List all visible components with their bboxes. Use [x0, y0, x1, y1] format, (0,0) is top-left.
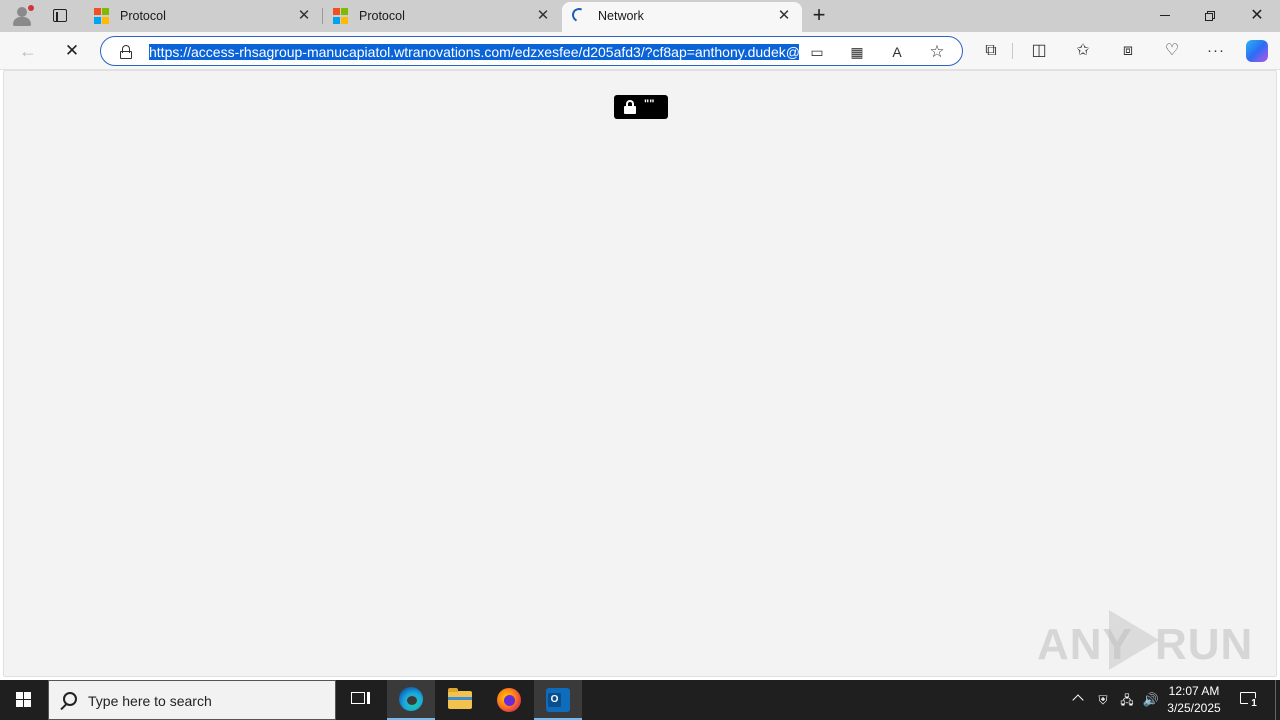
tab-title: Protocol — [359, 9, 405, 23]
microsoft-logo-icon — [333, 8, 349, 24]
tab-protocol-2[interactable]: Protocol ✕ — [323, 0, 561, 32]
task-view-icon[interactable] — [336, 680, 384, 720]
page-viewport: "" — [3, 70, 1277, 677]
profile-avatar-icon[interactable] — [10, 5, 34, 27]
volume-icon[interactable]: 🔊 — [1142, 680, 1160, 720]
read-aloud-icon[interactable]: A — [887, 42, 907, 62]
firefox-icon[interactable] — [485, 680, 533, 720]
watermark-text-right: RUN — [1155, 620, 1254, 669]
browser-toolbar: ← ✕ https://access-rhsagroup-manucapiato… — [0, 32, 1280, 70]
lock-icon — [624, 100, 636, 114]
search-placeholder: Type here to search — [88, 693, 212, 709]
windows-logo-icon — [16, 692, 31, 707]
favorite-star-icon[interactable]: ☆ — [927, 42, 947, 62]
anyrun-watermark: ANY RUN — [1035, 606, 1252, 676]
tab-title: Network — [598, 9, 644, 23]
play-icon — [1109, 610, 1159, 670]
notification-count: 1 — [1248, 698, 1260, 710]
app-available-icon[interactable]: ▭ — [807, 42, 827, 62]
edge-taskbar-icon[interactable] — [387, 680, 435, 720]
tab-close-icon[interactable]: ✕ — [535, 8, 551, 24]
url-text: https://access-rhsagroup-manucapiatol.wt… — [149, 44, 799, 60]
url-field[interactable]: https://access-rhsagroup-manucapiatol.wt… — [149, 43, 799, 61]
minimize-button[interactable] — [1142, 0, 1188, 32]
window-close-button[interactable]: ✕ — [1234, 0, 1280, 32]
start-button[interactable] — [0, 680, 48, 720]
system-clock[interactable]: 12:07 AM 3/25/2025 — [1160, 683, 1228, 717]
lock-icon[interactable] — [119, 45, 133, 59]
file-explorer-icon[interactable] — [436, 680, 484, 720]
taskbar: Type here to search O ⛨ 🖧 🔊 12:07 AM 3/2… — [0, 680, 1280, 720]
outlook-icon[interactable]: O — [534, 680, 582, 720]
extensions-icon[interactable]: ⧉ — [980, 40, 1002, 62]
show-desktop-button[interactable] — [1275, 680, 1280, 720]
collections-icon[interactable]: ⧈ — [1117, 40, 1139, 62]
copilot-icon[interactable] — [1246, 40, 1268, 62]
network-icon[interactable]: 🖧 — [1118, 680, 1136, 720]
microsoft-logo-icon — [94, 8, 110, 24]
restore-button[interactable] — [1188, 0, 1234, 32]
show-hidden-icons-chevron-icon[interactable] — [1070, 680, 1088, 720]
tab-close-icon[interactable]: ✕ — [776, 8, 792, 24]
new-tab-button[interactable]: + — [808, 4, 830, 27]
lock-badge: "" — [614, 95, 668, 119]
badge-text: "" — [644, 98, 655, 110]
favorites-icon[interactable]: ✩ — [1072, 40, 1094, 62]
tab-title: Protocol — [120, 9, 166, 23]
notification-center-icon[interactable]: 1 — [1238, 690, 1260, 710]
qr-code-icon[interactable]: ▦ — [847, 42, 867, 62]
more-icon[interactable]: ··· — [1205, 40, 1227, 62]
defender-tray-icon[interactable]: ⛨ — [1094, 680, 1112, 720]
split-screen-icon[interactable]: ◫ — [1028, 40, 1050, 62]
loading-spinner-icon — [570, 6, 588, 24]
tab-network[interactable]: Network ✕ — [562, 2, 802, 32]
tab-actions-icon[interactable] — [50, 6, 70, 26]
tab-strip: Protocol ✕ Protocol ✕ Network ✕ + ✕ — [0, 0, 1280, 32]
stop-loading-button[interactable]: ✕ — [59, 39, 85, 63]
clock-time: 12:07 AM — [1168, 684, 1220, 698]
taskbar-search[interactable]: Type here to search — [48, 680, 336, 720]
tab-protocol-1[interactable]: Protocol ✕ — [84, 0, 322, 32]
tab-close-icon[interactable]: ✕ — [296, 8, 312, 24]
back-button[interactable]: ← — [15, 39, 41, 63]
browser-essentials-icon[interactable]: ♡ — [1161, 40, 1183, 62]
address-bar[interactable]: https://access-rhsagroup-manucapiatol.wt… — [100, 36, 963, 66]
toolbar-divider — [1012, 43, 1013, 59]
clock-date: 3/25/2025 — [1167, 701, 1221, 715]
